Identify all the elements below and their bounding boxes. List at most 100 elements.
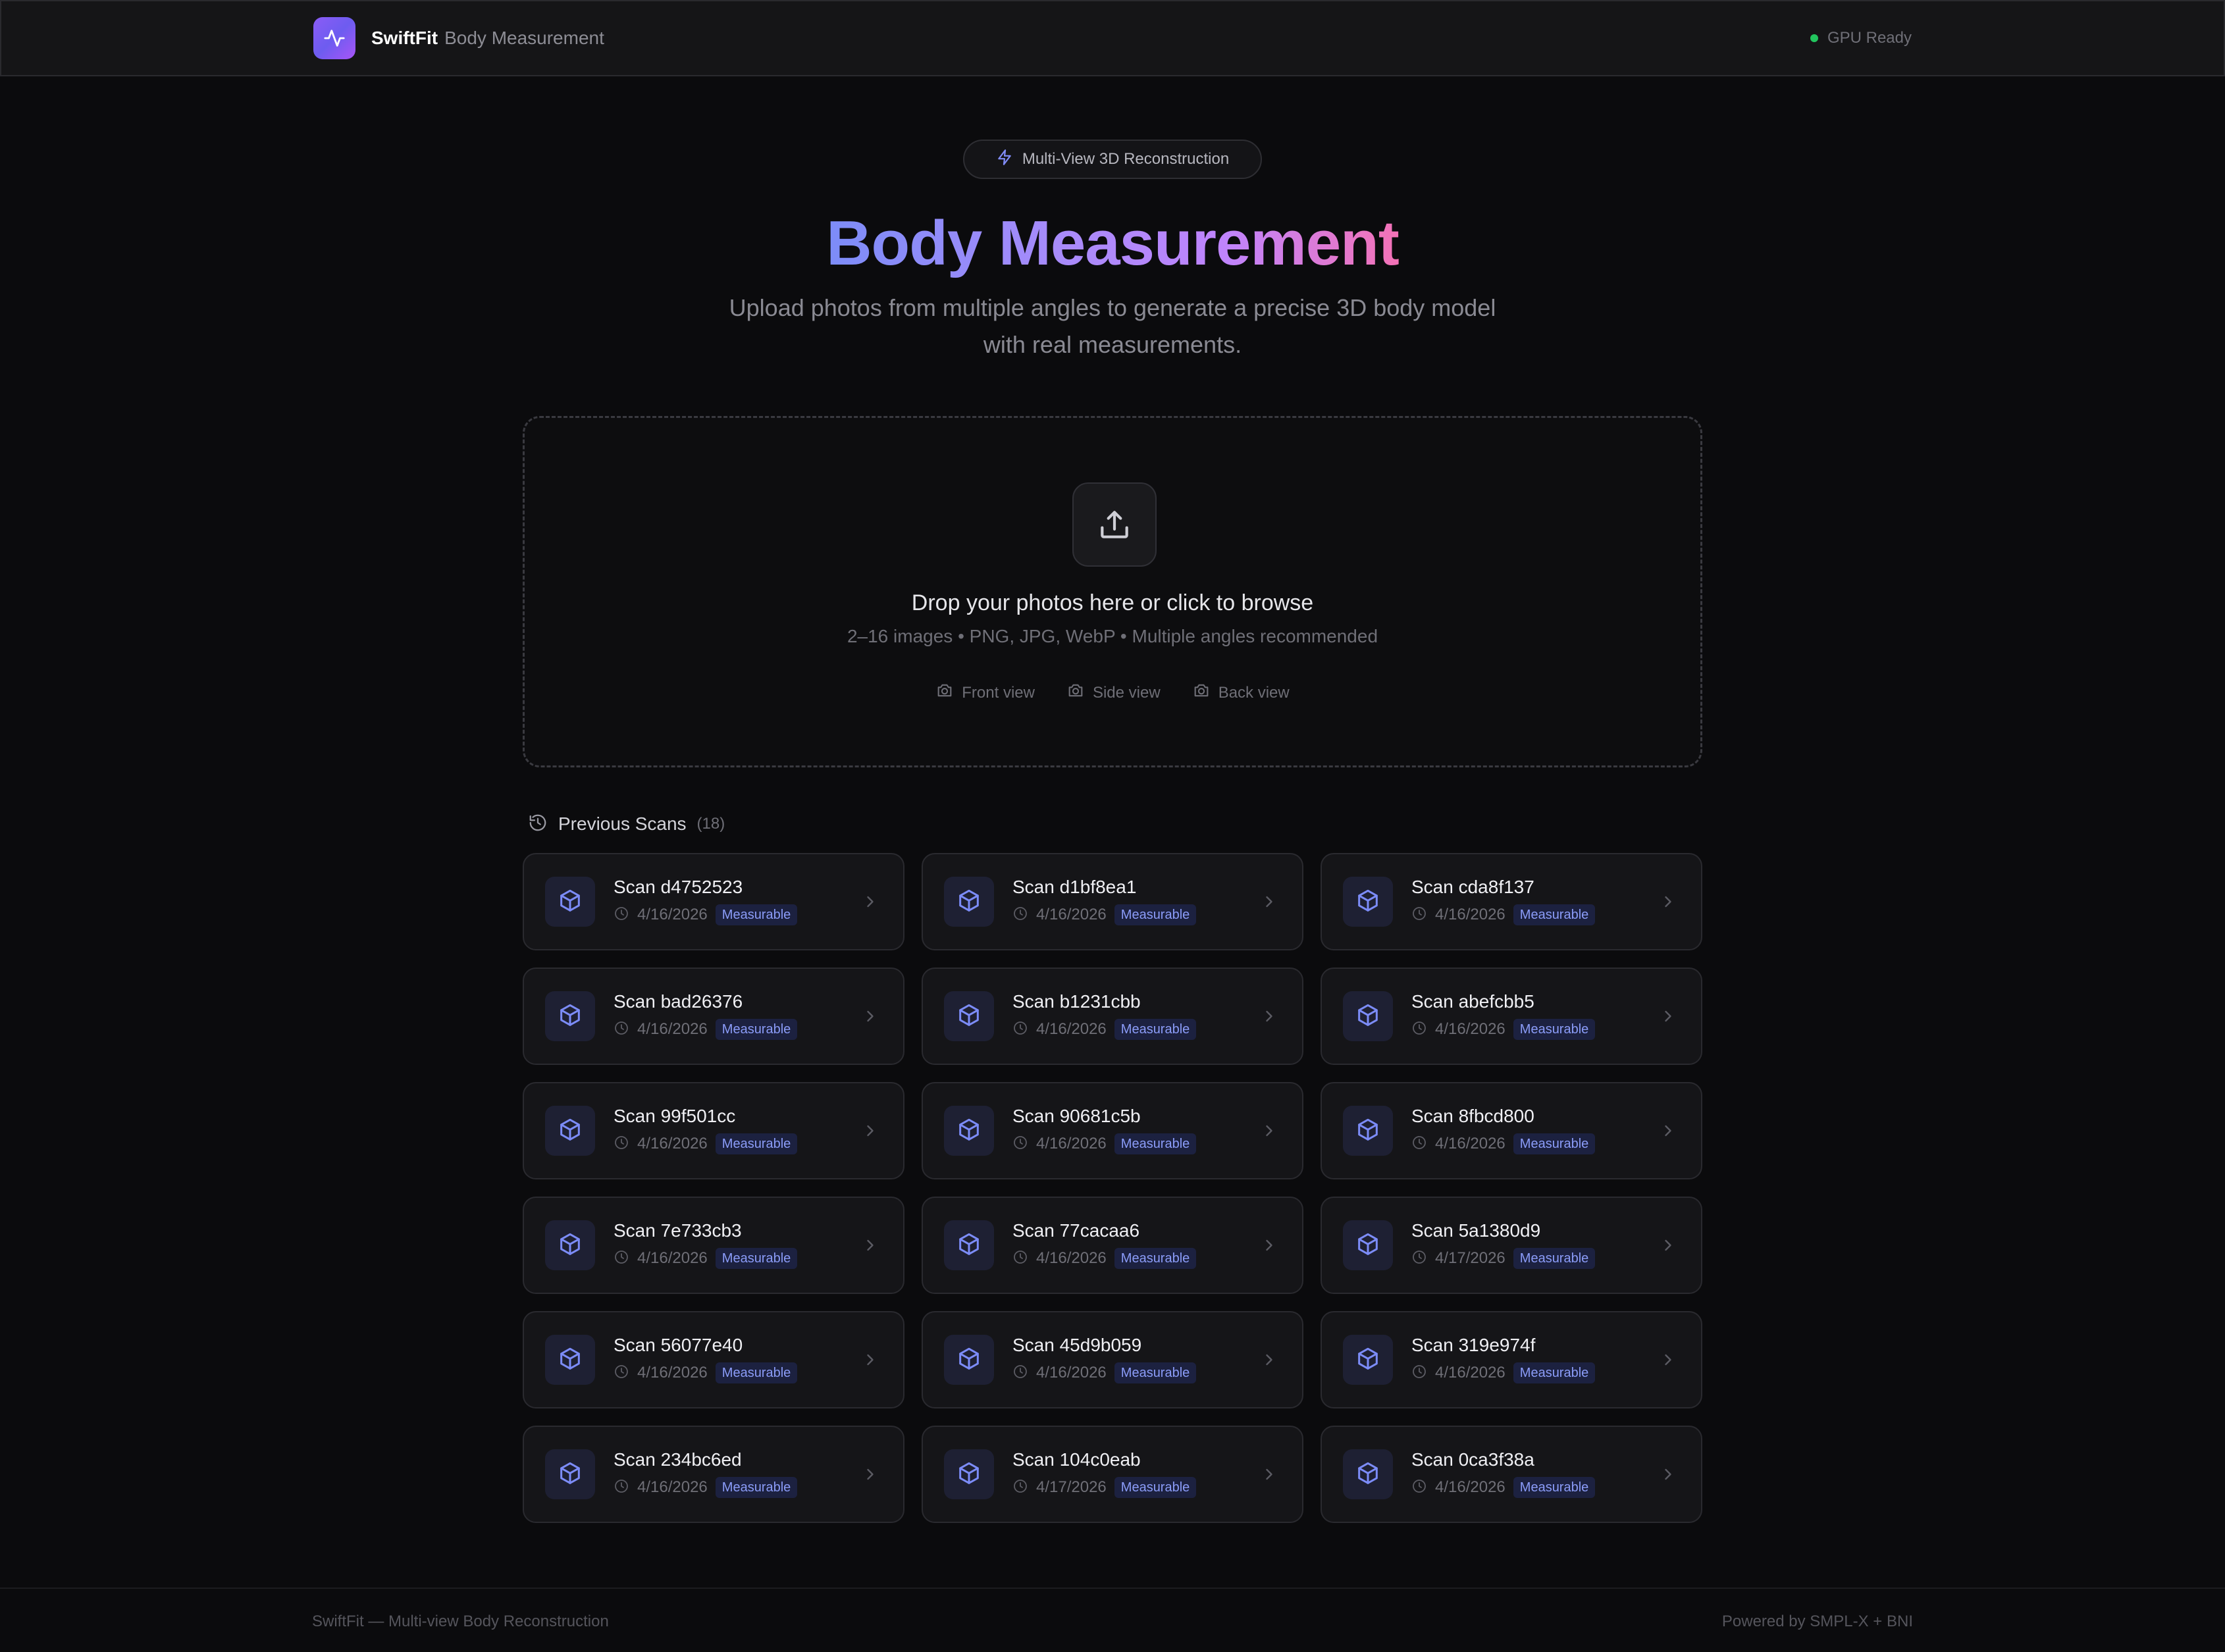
scan-card[interactable]: Scan 7e733cb3 4/16/2026 Measurable <box>523 1197 904 1294</box>
measurable-badge: Measurable <box>1513 1248 1596 1269</box>
chevron-right-icon <box>1659 1351 1677 1372</box>
feature-pill-label: Multi-View 3D Reconstruction <box>1022 150 1230 168</box>
scan-card[interactable]: Scan b1231cbb 4/16/2026 Measurable <box>922 968 1303 1065</box>
chevron-right-icon <box>1659 1465 1677 1487</box>
scan-date: 4/16/2026 <box>637 1249 708 1267</box>
scan-name: Scan 7e733cb3 <box>614 1220 742 1241</box>
section-title: Previous Scans <box>558 813 687 834</box>
measurable-badge: Measurable <box>1513 1133 1596 1154</box>
scan-meta: 4/17/2026 Measurable <box>1012 1477 1197 1498</box>
scan-meta: 4/16/2026 Measurable <box>614 1248 798 1269</box>
dropzone-title: Drop your photos here or click to browse <box>911 590 1314 615</box>
top-bar: SwiftFit Body Measurement GPU Ready <box>0 0 2225 76</box>
cube-icon <box>545 877 595 927</box>
view-hints: Front view Side view Back view <box>525 681 1700 704</box>
scan-date: 4/16/2026 <box>1435 1364 1505 1381</box>
view-hint-label: Side view <box>1092 683 1161 702</box>
cube-icon <box>1343 1106 1393 1156</box>
scan-date: 4/16/2026 <box>637 1478 708 1496</box>
scan-card[interactable]: Scan 56077e40 4/16/2026 Measurable <box>523 1311 904 1408</box>
clock-icon <box>1411 1364 1427 1383</box>
scan-name: Scan 234bc6ed <box>614 1449 742 1470</box>
clock-icon <box>614 1135 629 1154</box>
measurable-badge: Measurable <box>715 904 798 925</box>
camera-icon <box>1066 681 1085 704</box>
scan-card[interactable]: Scan 77cacaa6 4/16/2026 Measurable <box>922 1197 1303 1294</box>
page-title-text: Body Measurement <box>826 208 1400 278</box>
clock-icon <box>1012 1364 1028 1383</box>
scan-card[interactable]: Scan 0ca3f38a 4/16/2026 Measurable <box>1321 1426 1702 1523</box>
cube-icon <box>1343 1220 1393 1270</box>
chevron-right-icon <box>861 1007 879 1029</box>
scan-date: 4/16/2026 <box>637 1020 708 1038</box>
clock-icon <box>1012 1020 1028 1039</box>
scan-meta: 4/16/2026 Measurable <box>1012 1362 1197 1383</box>
clock-icon <box>614 1364 629 1383</box>
scan-date: 4/16/2026 <box>637 1135 708 1152</box>
scan-meta: 4/17/2026 Measurable <box>1411 1248 1596 1269</box>
scan-name: Scan 104c0eab <box>1012 1449 1141 1470</box>
clock-icon <box>614 906 629 925</box>
footer-left-text: SwiftFit — Multi-view Body Reconstructio… <box>312 1613 609 1630</box>
scan-date: 4/16/2026 <box>637 1364 708 1381</box>
status-text: GPU Ready <box>1827 29 1912 47</box>
clock-icon <box>1012 1249 1028 1268</box>
scan-card[interactable]: Scan bad26376 4/16/2026 Measurable <box>523 968 904 1065</box>
scan-name: Scan bad26376 <box>614 991 743 1012</box>
scan-date: 4/16/2026 <box>1036 906 1107 923</box>
chevron-right-icon <box>1659 1007 1677 1029</box>
previous-scans-header: Previous Scans (18) <box>528 811 725 837</box>
scan-card[interactable]: Scan 319e974f 4/16/2026 Measurable <box>1321 1311 1702 1408</box>
scan-date: 4/16/2026 <box>637 906 708 923</box>
scan-meta: 4/16/2026 Measurable <box>614 1362 798 1383</box>
scan-card[interactable]: Scan cda8f137 4/16/2026 Measurable <box>1321 853 1702 950</box>
upload-icon <box>1072 482 1157 567</box>
clock-icon <box>1012 1478 1028 1497</box>
scan-meta: 4/16/2026 Measurable <box>1411 1019 1596 1040</box>
cube-icon <box>545 1106 595 1156</box>
scan-card[interactable]: Scan abefcbb5 4/16/2026 Measurable <box>1321 968 1702 1065</box>
measurable-badge: Measurable <box>1114 904 1197 925</box>
cube-icon <box>545 1449 595 1499</box>
chevron-right-icon <box>861 1236 879 1258</box>
zap-icon <box>996 149 1013 170</box>
scan-name: Scan 77cacaa6 <box>1012 1220 1140 1241</box>
chevron-right-icon <box>861 892 879 914</box>
chevron-right-icon <box>861 1351 879 1372</box>
page-subtitle: Upload photos from multiple angles to ge… <box>729 294 1496 358</box>
scan-date: 4/16/2026 <box>1036 1135 1107 1152</box>
scan-card[interactable]: Scan d1bf8ea1 4/16/2026 Measurable <box>922 853 1303 950</box>
page-title: Body Measurement <box>0 204 2225 283</box>
chevron-right-icon <box>1260 1465 1278 1487</box>
cube-icon <box>545 991 595 1041</box>
scan-card[interactable]: Scan 8fbcd800 4/16/2026 Measurable <box>1321 1082 1702 1179</box>
upload-dropzone[interactable]: Drop your photos here or click to browse… <box>523 416 1702 767</box>
scan-name: Scan d1bf8ea1 <box>1012 877 1137 897</box>
status-dot-icon <box>1810 34 1818 42</box>
scan-card[interactable]: Scan d4752523 4/16/2026 Measurable <box>523 853 904 950</box>
measurable-badge: Measurable <box>715 1477 798 1498</box>
brand[interactable]: SwiftFit Body Measurement <box>313 17 604 59</box>
scan-count: (18) <box>696 815 725 833</box>
scan-meta: 4/16/2026 Measurable <box>614 1477 798 1498</box>
measurable-badge: Measurable <box>1114 1477 1197 1498</box>
scan-card[interactable]: Scan 5a1380d9 4/17/2026 Measurable <box>1321 1197 1702 1294</box>
scan-card[interactable]: Scan 90681c5b 4/16/2026 Measurable <box>922 1082 1303 1179</box>
scan-meta: 4/16/2026 Measurable <box>1411 1362 1596 1383</box>
scan-name: Scan 0ca3f38a <box>1411 1449 1534 1470</box>
history-icon <box>528 813 548 836</box>
scan-card[interactable]: Scan 234bc6ed 4/16/2026 Measurable <box>523 1426 904 1523</box>
cube-icon <box>545 1335 595 1385</box>
view-hint-front: Front view <box>935 681 1035 704</box>
gpu-status: GPU Ready <box>1810 29 1912 47</box>
clock-icon <box>1012 1135 1028 1154</box>
measurable-badge: Measurable <box>1114 1248 1197 1269</box>
chevron-right-icon <box>1260 1007 1278 1029</box>
scan-card[interactable]: Scan 99f501cc 4/16/2026 Measurable <box>523 1082 904 1179</box>
chevron-right-icon <box>1260 1236 1278 1258</box>
measurable-badge: Measurable <box>1114 1019 1197 1040</box>
scan-card[interactable]: Scan 104c0eab 4/17/2026 Measurable <box>922 1426 1303 1523</box>
scan-card[interactable]: Scan 45d9b059 4/16/2026 Measurable <box>922 1311 1303 1408</box>
measurable-badge: Measurable <box>715 1248 798 1269</box>
scan-name: Scan 90681c5b <box>1012 1106 1141 1126</box>
